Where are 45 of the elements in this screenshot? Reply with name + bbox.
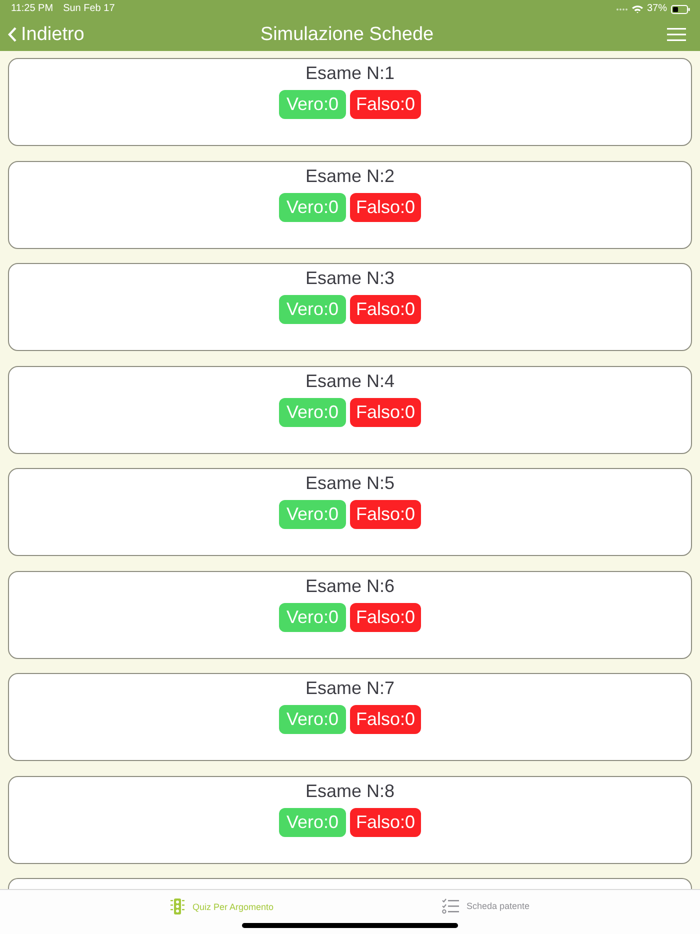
menu-button[interactable] — [667, 28, 686, 41]
status-date: Sun Feb 17 — [63, 3, 115, 15]
status-time: 11:25 PM — [11, 3, 54, 15]
battery-percentage: 37% — [646, 3, 667, 15]
wrong-count-badge: Falso:0 — [350, 705, 422, 734]
wrong-count-badge: Falso:0 — [350, 602, 422, 632]
exam-title: Esame N:4 — [305, 370, 395, 392]
exam-title: Esame N:2 — [305, 164, 395, 186]
signal-dots-icon — [616, 8, 628, 10]
wrong-count-badge: Falso:0 — [350, 90, 422, 119]
wrong-count-badge: Falso:0 — [350, 808, 422, 836]
exam-card[interactable]: Esame N:4 Vero:0 Falso:0 — [8, 366, 692, 454]
correct-count-badge: Vero:0 — [278, 602, 346, 632]
exam-title: Esame N:8 — [305, 780, 395, 802]
exam-card[interactable]: Esame N:3 Vero:0 Falso:0 — [8, 263, 692, 351]
exam-card-edge[interactable] — [8, 878, 692, 889]
exam-card[interactable]: Esame N:5 Vero:0 Falso:0 — [8, 468, 692, 556]
wifi-icon — [632, 5, 643, 13]
exam-card[interactable]: Esame N:2 Vero:0 Falso:0 — [8, 160, 692, 248]
wrong-count-badge: Falso:0 — [350, 500, 422, 529]
exam-card[interactable]: Esame N:7 Vero:0 Falso:0 — [8, 673, 692, 761]
correct-count-badge: Vero:0 — [278, 705, 346, 734]
correct-count-badge: Vero:0 — [278, 90, 346, 119]
wrong-count-badge: Falso:0 — [350, 398, 422, 426]
exam-card[interactable]: Esame N:8 Vero:0 Falso:0 — [8, 776, 692, 864]
chevron-left-icon — [8, 27, 17, 42]
exam-card[interactable]: Esame N:1 Vero:0 Falso:0 — [8, 58, 692, 146]
menu-icon — [667, 28, 686, 41]
exam-title: Esame N:7 — [305, 677, 395, 699]
correct-count-badge: Vero:0 — [278, 192, 346, 222]
wrong-count-badge: Falso:0 — [350, 192, 422, 222]
exam-title: Esame N:5 — [305, 472, 395, 494]
exam-title: Esame N:1 — [305, 62, 395, 84]
correct-count-badge: Vero:0 — [278, 295, 346, 324]
exam-title: Esame N:3 — [305, 267, 395, 289]
battery-icon — [671, 4, 690, 14]
checklist-icon — [442, 898, 460, 914]
traffic-light-icon — [170, 898, 186, 915]
screen-title: Simulazione Schede — [260, 24, 434, 46]
correct-count-badge: Vero:0 — [278, 500, 346, 529]
correct-count-badge: Vero:0 — [278, 398, 346, 426]
exam-card[interactable]: Esame N:6 Vero:0 Falso:0 — [8, 570, 692, 658]
exam-title: Esame N:6 — [305, 574, 395, 596]
correct-count-badge: Vero:0 — [278, 808, 346, 836]
wrong-count-badge: Falso:0 — [350, 295, 422, 324]
